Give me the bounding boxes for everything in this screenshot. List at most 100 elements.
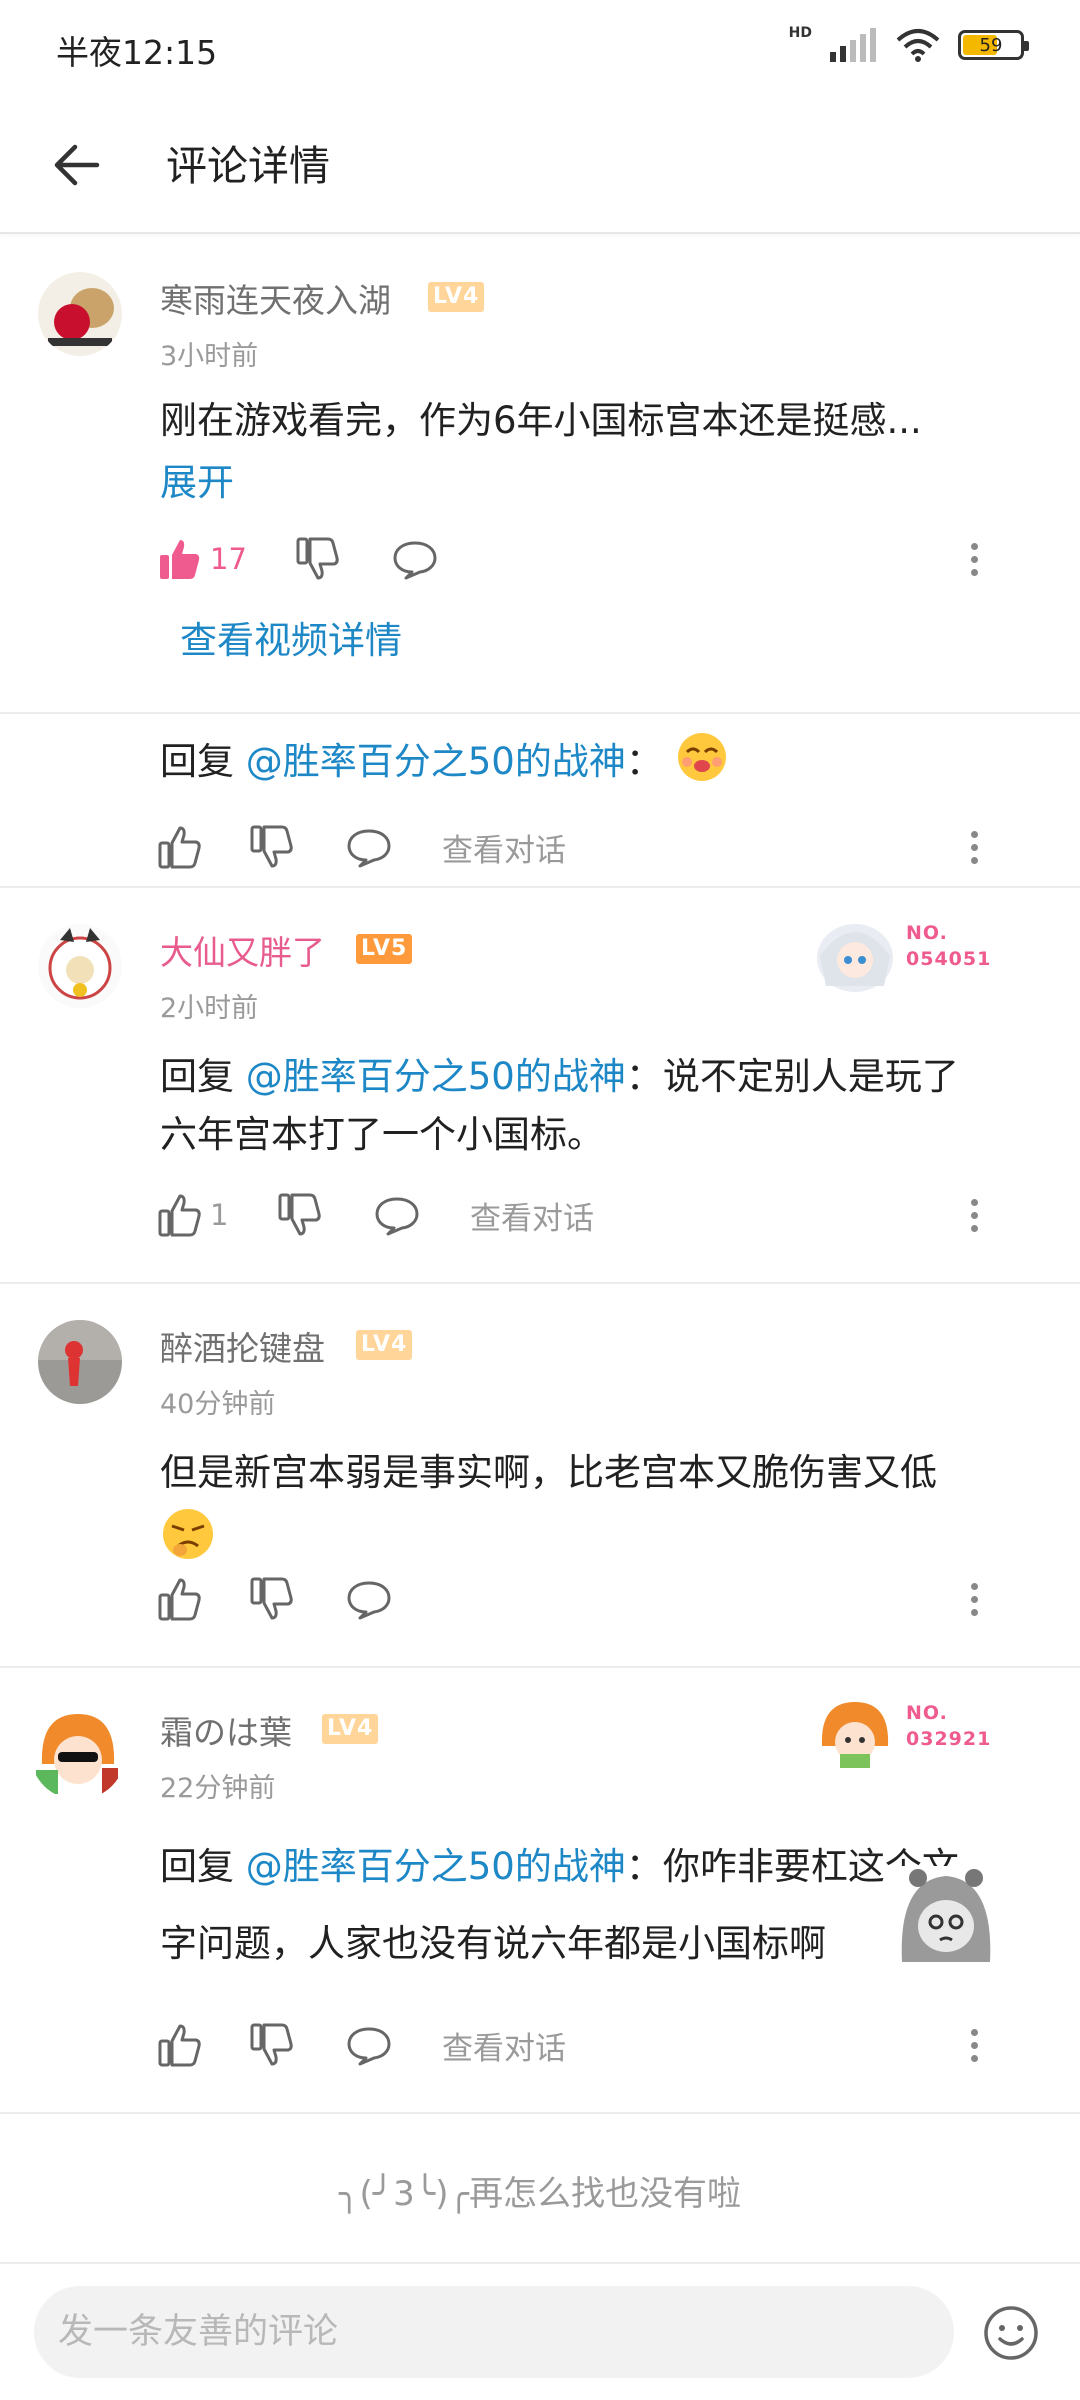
sketch-girl-sticker-icon bbox=[896, 1866, 996, 1962]
reply-button[interactable] bbox=[374, 1190, 420, 1240]
thumbs-down-icon bbox=[296, 537, 339, 580]
more-options-button[interactable] bbox=[964, 1574, 984, 1624]
reply-item: 霜のは葉 LV4 NO. 032921 22分钟前 回复 @胜率百分之50的战神… bbox=[0, 1668, 1080, 2112]
reply-item: 大仙又胖了 LV5 NO. 054051 2小时前 回复 @胜率百分之50的战神… bbox=[0, 888, 1080, 1282]
reply-button[interactable] bbox=[346, 1574, 392, 1624]
more-options-button[interactable] bbox=[964, 1190, 984, 1240]
view-conversation-button[interactable]: 查看对话 bbox=[470, 1190, 594, 1240]
mention-link[interactable]: @胜率百分之50的战神 bbox=[246, 1055, 626, 1098]
more-options-button[interactable] bbox=[964, 534, 984, 584]
like-count: 1 bbox=[210, 1198, 229, 1232]
comment-actions: 1 查看对话 bbox=[158, 1190, 1038, 1240]
comment-bubble-icon bbox=[393, 541, 437, 580]
reply-button[interactable] bbox=[392, 534, 438, 584]
divider bbox=[0, 2112, 1080, 2114]
dislike-button[interactable] bbox=[250, 1574, 294, 1624]
anime-girl-badge-icon bbox=[817, 924, 893, 992]
level-badge: LV4 bbox=[356, 1330, 413, 1360]
username[interactable]: 大仙又胖了 bbox=[160, 926, 325, 974]
like-button[interactable]: 17 bbox=[158, 534, 247, 584]
badge-number: NO. 054051 bbox=[906, 922, 992, 970]
battery-icon: 59 bbox=[958, 30, 1029, 60]
mention-link[interactable]: @胜率百分之50的战神 bbox=[246, 1845, 626, 1888]
page-title: 评论详情 bbox=[166, 142, 330, 190]
reply-item: 醉酒抡键盘 LV4 40分钟前 但是新宫本弱是事实啊，比老宫本又脆伤害又低 bbox=[0, 1284, 1080, 1666]
comment-text: 但是新宫本弱是事实啊，比老宫本又脆伤害又低 bbox=[160, 1444, 1040, 1579]
back-button[interactable] bbox=[44, 132, 110, 198]
comment-bubble-icon bbox=[347, 2027, 391, 2066]
app-header: 评论详情 bbox=[0, 96, 1080, 234]
like-button[interactable] bbox=[158, 822, 202, 872]
comment-time: 40分钟前 bbox=[160, 1389, 276, 1420]
comment-input[interactable] bbox=[34, 2286, 954, 2378]
thumbs-up-filled-icon bbox=[160, 540, 200, 579]
reply-item: 回复 @胜率百分之50的战神： 查看对话 bbox=[0, 714, 1080, 886]
reply-button[interactable] bbox=[346, 2020, 392, 2070]
reply-button[interactable] bbox=[346, 822, 392, 872]
battery-level: 59 bbox=[979, 34, 1003, 56]
thumbs-down-icon bbox=[250, 2023, 293, 2066]
username[interactable]: 醉酒抡键盘 bbox=[160, 1322, 325, 1370]
like-count: 17 bbox=[210, 542, 247, 576]
comment-actions: 查看对话 bbox=[158, 822, 1038, 872]
thumbs-down-icon bbox=[278, 1193, 321, 1236]
comment-time: 3小时前 bbox=[160, 341, 259, 372]
comment-text: 刚在游戏看完，作为6年小国标宫本还是挺感... bbox=[160, 399, 922, 442]
status-time: 半夜12:15 bbox=[56, 33, 218, 72]
thumbs-up-icon bbox=[158, 1194, 201, 1237]
comment-bubble-icon bbox=[347, 829, 391, 868]
level-badge: LV4 bbox=[322, 1714, 379, 1744]
status-icons: HD 59 bbox=[789, 25, 1029, 62]
thumbs-down-icon bbox=[250, 825, 293, 868]
reply-text: 回复 @胜率百分之50的战神： bbox=[160, 730, 1040, 791]
more-options-button[interactable] bbox=[964, 2020, 984, 2070]
comment-time: 2小时前 bbox=[160, 993, 259, 1024]
thumbs-up-icon bbox=[158, 1578, 201, 1621]
reply-text: 回复 @胜率百分之50的战神：你咋非要杠这个文 字问题，人家也没有说六年都是小国… bbox=[160, 1838, 1040, 1992]
dislike-button[interactable] bbox=[278, 1190, 322, 1240]
like-button[interactable]: 1 bbox=[158, 1190, 228, 1240]
dislike-button[interactable] bbox=[296, 534, 340, 584]
back-arrow-icon bbox=[54, 144, 100, 186]
comment-input-bar bbox=[0, 2262, 1080, 2400]
emoji-button[interactable] bbox=[982, 2304, 1040, 2362]
avatar[interactable] bbox=[30, 1704, 126, 1800]
comment-time: 22分钟前 bbox=[160, 1773, 276, 1804]
comment-actions: 查看对话 bbox=[158, 2020, 1038, 2070]
wifi-icon bbox=[896, 29, 940, 62]
thumbs-up-icon bbox=[158, 2024, 201, 2067]
status-bar: 半夜12:15 HD 59 bbox=[0, 0, 1080, 96]
level-badge: LV4 bbox=[428, 282, 485, 312]
view-conversation-button[interactable]: 查看对话 bbox=[442, 2020, 566, 2070]
more-options-button[interactable] bbox=[964, 822, 984, 872]
reply-text: 回复 @胜率百分之50的战神：说不定别人是玩了 六年宫本打了一个小国标。 bbox=[160, 1055, 959, 1156]
fan-badge: NO. 032921 bbox=[810, 1688, 1010, 1778]
view-conversation-button[interactable]: 查看对话 bbox=[442, 822, 566, 872]
thumbs-down-icon bbox=[250, 1577, 293, 1620]
username[interactable]: 寒雨连天夜入湖 bbox=[160, 274, 391, 322]
badge-number: NO. 032921 bbox=[906, 1702, 992, 1750]
disgusted-face-emoji-icon bbox=[163, 1509, 213, 1559]
avatar[interactable] bbox=[38, 272, 122, 356]
username[interactable]: 霜のは葉 bbox=[160, 1706, 292, 1754]
mention-link[interactable]: @胜率百分之50的战神 bbox=[246, 740, 626, 783]
like-button[interactable] bbox=[158, 2020, 202, 2070]
level-badge: LV5 bbox=[356, 934, 413, 964]
main-comment: 寒雨连天夜入湖 LV4 3小时前 刚在游戏看完，作为6年小国标宫本还是挺感...… bbox=[0, 234, 1080, 714]
avatar[interactable] bbox=[38, 924, 122, 1008]
avatar[interactable] bbox=[38, 1320, 122, 1404]
umaru-badge-icon bbox=[821, 1702, 889, 1768]
signal-icon bbox=[830, 28, 876, 62]
dislike-button[interactable] bbox=[250, 822, 294, 872]
like-button[interactable] bbox=[158, 1574, 202, 1624]
dislike-button[interactable] bbox=[250, 2020, 294, 2070]
smiley-face-icon bbox=[984, 2306, 1038, 2360]
view-video-details-link[interactable]: 查看视频详情 bbox=[180, 610, 402, 664]
expand-link[interactable]: 展开 bbox=[160, 452, 234, 506]
smug-face-emoji-icon bbox=[677, 733, 726, 781]
end-of-list-note: ╮(╯3╰)╭再怎么找也没有啦 bbox=[338, 2174, 742, 2214]
comment-actions: 17 bbox=[158, 534, 1038, 584]
thumbs-up-icon bbox=[158, 826, 201, 869]
comment-bubble-icon bbox=[347, 1581, 391, 1620]
comment-actions bbox=[158, 1574, 1038, 1624]
